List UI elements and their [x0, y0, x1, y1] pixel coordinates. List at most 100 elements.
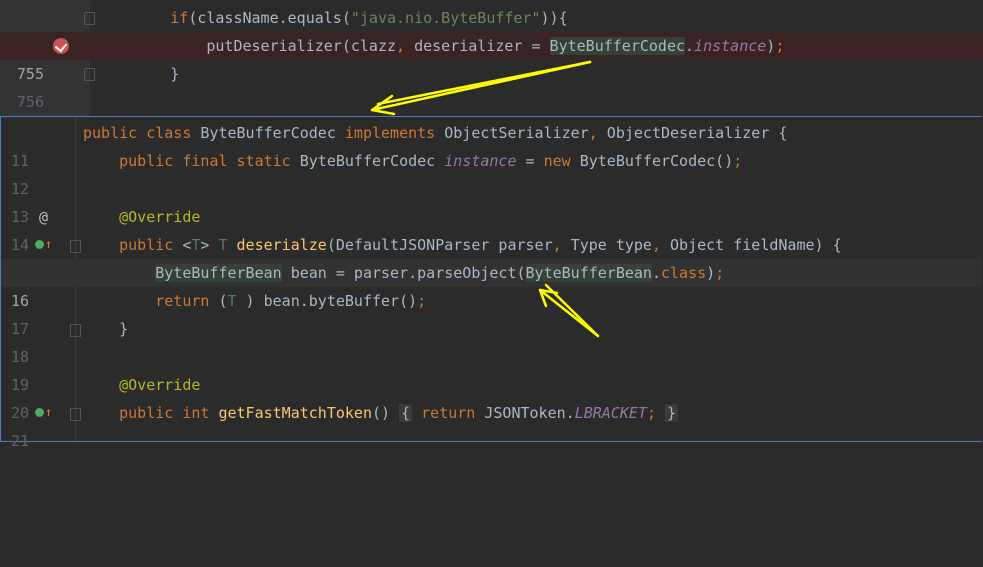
code-text: }	[83, 315, 128, 343]
code-text: @Override	[83, 203, 200, 231]
code-text: if(className.equals("java.nio.ByteBuffer…	[98, 4, 568, 32]
code-token: deserializer =	[405, 37, 550, 55]
fold-expand-icon[interactable]	[70, 408, 81, 421]
fold-icon[interactable]	[70, 240, 81, 253]
code-token: }	[665, 404, 679, 422]
code-token: T	[227, 292, 237, 310]
code-token: public class	[83, 124, 201, 142]
code-token: ByteBufferBean	[155, 264, 282, 282]
code-token: return	[155, 292, 219, 310]
code-token: ,	[651, 236, 661, 254]
code-token: LBRACKET	[574, 404, 647, 422]
code-token: return	[421, 404, 485, 422]
code-token: )	[706, 264, 716, 282]
code-token: ) bean.byteBuffer()	[236, 292, 418, 310]
code-editor[interactable]: 754 if(className.equals("java.nio.ByteBu…	[0, 0, 983, 450]
code-token: }	[98, 65, 180, 83]
popup-line-14[interactable]: 14 @Override	[1, 203, 982, 254]
code-token: instance	[694, 37, 767, 55]
code-token: (className.equals(	[188, 9, 351, 27]
code-text: return (T ) bean.byteBuffer();	[83, 287, 426, 315]
fold-icon[interactable]	[84, 12, 95, 25]
code-text: public <T> T deserialze(DefaultJSONParse…	[83, 231, 842, 259]
code-token: Type type	[561, 236, 652, 254]
breakpoint-icon[interactable]	[53, 38, 69, 54]
code-token: instance	[444, 152, 517, 170]
code-token: ObjectDeserializer {	[597, 124, 788, 142]
code-token: new	[543, 152, 580, 170]
code-token: {	[399, 404, 413, 422]
code-text: putDeserializer(clazz, deserializer = By…	[98, 32, 784, 60]
code-token: if	[170, 9, 189, 27]
code-token: ,	[588, 124, 598, 142]
code-token: JSONToken.	[484, 404, 575, 422]
code-text: public final static ByteBufferCodec inst…	[83, 147, 742, 175]
popup-line-11[interactable]: 11 public class ByteBufferCodec implemen…	[1, 119, 982, 170]
code-token: ObjectSerializer	[444, 124, 589, 142]
code-token: .	[651, 264, 661, 282]
code-text: @Override	[83, 371, 200, 399]
code-token: implements	[344, 124, 445, 142]
override-icon[interactable]: ↑	[35, 238, 52, 252]
code-text: ByteBufferBean bean = parser.parseObject…	[83, 259, 724, 287]
code-token: deserialze	[236, 236, 327, 254]
code-token: {	[558, 9, 568, 27]
popup-line-17[interactable]: 17 return (T ) bean.byteBuffer();	[1, 287, 982, 338]
code-line-757[interactable]: 757	[0, 88, 983, 139]
popup-line-20[interactable]: 20 @Override	[1, 371, 982, 422]
fold-end-icon[interactable]	[70, 324, 81, 337]
code-token: ;	[733, 152, 743, 170]
code-line-755[interactable]: 755 putDeserializer(clazz, deserializer …	[0, 32, 983, 83]
code-token: ;	[775, 37, 785, 55]
fold-end-icon[interactable]	[84, 68, 95, 81]
popup-line-19[interactable]: 19	[1, 343, 982, 394]
code-token: public	[119, 236, 183, 254]
code-token: class	[661, 264, 707, 282]
code-token: public int	[119, 404, 219, 422]
code-token: @Override	[119, 376, 201, 394]
override-icon[interactable]: ↑	[35, 406, 52, 420]
code-token: Object fieldName) {	[661, 236, 842, 254]
code-token: ByteBufferBean	[525, 264, 652, 282]
code-token: ByteBufferCodec	[299, 152, 445, 170]
code-token: }	[83, 320, 129, 338]
code-line-756[interactable]: 756 }	[0, 60, 983, 111]
popup-line-18[interactable]: 18 }	[1, 315, 982, 366]
code-token: ;	[417, 292, 427, 310]
code-token: bean = parser.parseObject(	[281, 264, 526, 282]
code-token: "java.nio.ByteBuffer"	[350, 9, 541, 27]
popup-line-15[interactable]: 15 ↑ public <T> T deserialze(DefaultJSON…	[1, 231, 982, 282]
code-token: T	[218, 236, 237, 254]
code-token: ;	[715, 264, 725, 282]
code-token: .	[685, 37, 695, 55]
code-token: ;	[646, 404, 656, 422]
code-token: >	[200, 236, 219, 254]
quick-definition-popup[interactable]: 11 public class ByteBufferCodec implemen…	[0, 116, 982, 450]
code-token: ,	[552, 236, 562, 254]
code-token: =	[516, 152, 544, 170]
code-token: ))	[540, 9, 559, 27]
line-number: 21	[10, 432, 29, 450]
popup-line-13[interactable]: 13	[1, 175, 982, 226]
code-text: public int getFastMatchToken() { return …	[83, 399, 679, 427]
code-text: public class ByteBufferCodec implements …	[83, 119, 787, 147]
popup-line-16[interactable]: 16 ByteBufferBean bean = parser.parseObj…	[1, 259, 982, 310]
code-token: ()	[372, 404, 400, 422]
code-token: @Override	[119, 208, 201, 226]
code-token: ,	[396, 37, 406, 55]
code-token: putDeserializer(clazz	[98, 37, 397, 55]
popup-line-21[interactable]: 21 ↑ public int getFastMatchToken() { re…	[1, 399, 982, 450]
code-token: (DefaultJSONParser parser	[326, 236, 553, 254]
code-line-754[interactable]: 754 if(className.equals("java.nio.ByteBu…	[0, 4, 983, 55]
code-text: }	[98, 60, 179, 88]
code-token: ByteBufferCodec	[549, 37, 686, 55]
popup-line-12[interactable]: 12 @ public final static ByteBufferCodec…	[1, 147, 982, 226]
